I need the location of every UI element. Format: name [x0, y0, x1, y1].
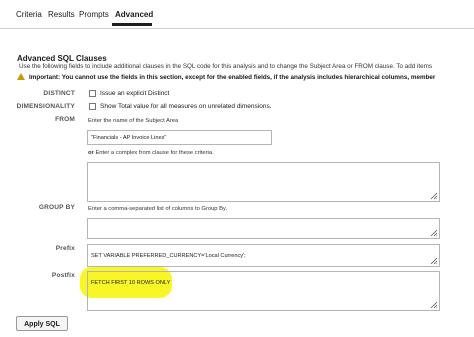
- from-hint: Enter the name of the Subject Area: [88, 118, 179, 124]
- section-description: Use the following fields to include addi…: [19, 63, 433, 70]
- subject-area-input[interactable]: "Financials - AP Invoice Lines": [87, 130, 272, 145]
- section-title: Advanced SQL Clauses: [17, 54, 107, 63]
- dimensionality-checkbox-label: Show Total value for all measures on unr…: [100, 103, 272, 110]
- resize-grip-icon[interactable]: [430, 229, 438, 237]
- from-label: FROM: [55, 116, 75, 123]
- distinct-label: DISTINCT: [43, 90, 75, 97]
- or-prefix: or: [88, 150, 94, 156]
- tab-criteria[interactable]: Criteria: [16, 10, 42, 19]
- group-by-textarea[interactable]: [87, 218, 440, 239]
- postfix-textarea[interactable]: FETCH FIRST 10 ROWS ONLY: [87, 271, 440, 311]
- group-by-label: GROUP BY: [38, 204, 75, 211]
- resize-grip-icon[interactable]: [430, 301, 438, 309]
- dimensionality-label: DIMENSIONALITY: [16, 103, 75, 110]
- prefix-label: Prefix: [55, 245, 75, 252]
- warning-icon: [17, 73, 25, 80]
- warning-text: Important: You cannot use the fields in …: [29, 74, 436, 81]
- resize-grip-icon[interactable]: [430, 192, 438, 200]
- group-by-hint: Enter a comma-separated list of columns …: [88, 206, 228, 212]
- important-warning: Important: You cannot use the fields in …: [17, 72, 435, 81]
- distinct-checkbox[interactable]: [89, 90, 96, 97]
- complex-from-textarea[interactable]: [87, 162, 440, 202]
- from-or-hint: or Enter a complex from clause for these…: [88, 150, 214, 156]
- prefix-value: SET VARIABLE PREFERRED_CURRENCY='Local C…: [91, 253, 246, 259]
- postfix-value: FETCH FIRST 10 ROWS ONLY: [91, 280, 171, 286]
- postfix-label: Postfix: [51, 272, 75, 279]
- tab-prompts[interactable]: Prompts: [79, 10, 109, 19]
- tab-bar: Criteria Results Prompts Advanced: [0, 0, 474, 29]
- prefix-textarea[interactable]: SET VARIABLE PREFERRED_CURRENCY='Local C…: [87, 244, 440, 267]
- distinct-checkbox-label: Issue an explicit Distinct: [100, 90, 170, 97]
- dimensionality-checkbox[interactable]: [89, 103, 96, 110]
- resize-grip-icon[interactable]: [430, 257, 438, 265]
- complex-from-hint: Enter a complex from clause for these cr…: [95, 150, 214, 156]
- active-tab-indicator: [112, 23, 152, 26]
- tab-advanced[interactable]: Advanced: [115, 10, 153, 19]
- tab-results[interactable]: Results: [48, 10, 75, 19]
- apply-sql-button[interactable]: Apply SQL: [16, 316, 68, 331]
